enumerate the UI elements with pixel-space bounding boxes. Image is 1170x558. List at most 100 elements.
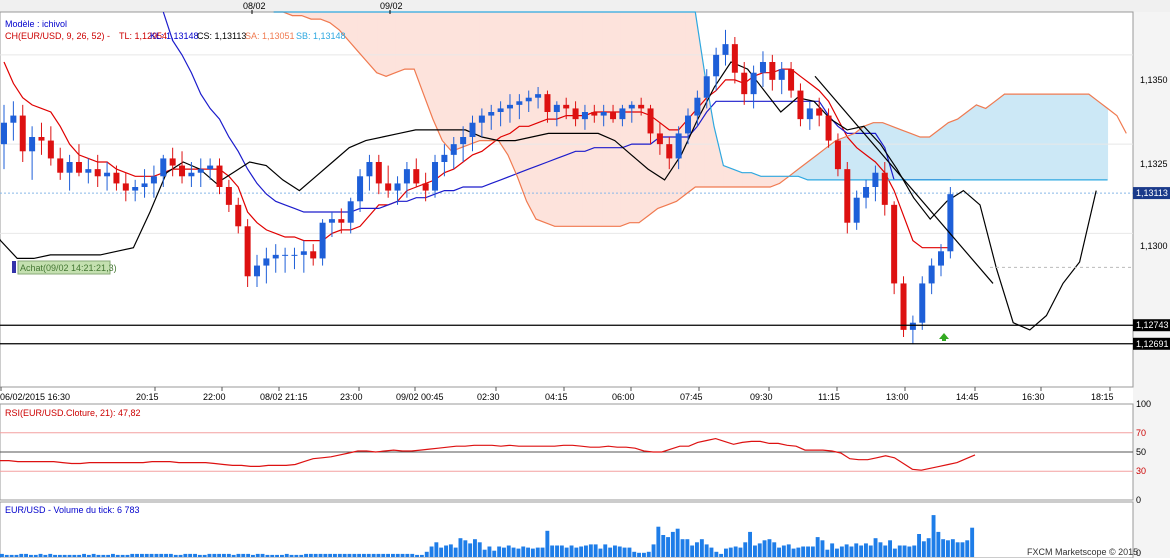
volume-bar [352, 553, 357, 557]
cloud-segment [900, 129, 912, 181]
volume-bar [395, 553, 400, 557]
volume-bar [762, 540, 767, 557]
volume-bar [371, 553, 376, 557]
volume-bar [4, 554, 9, 557]
volume-bar [246, 553, 251, 557]
volume-bar [844, 544, 849, 557]
volume-bar [337, 553, 342, 557]
candle-body [347, 201, 354, 223]
candle-body [244, 226, 251, 277]
cloud-segment [1022, 93, 1034, 181]
volume-bar [864, 543, 868, 557]
candle-body [75, 162, 82, 173]
cloud-segment [535, 11, 546, 224]
volume-bar [82, 553, 86, 557]
volume-bar [308, 553, 313, 557]
candle-body [310, 251, 317, 259]
current-price-label: 1,13113 [1136, 188, 1168, 198]
volume-bar [564, 547, 569, 557]
volume-bar [67, 554, 72, 557]
time-tick-label: 11:15 [818, 392, 840, 402]
rsi-tick: 70 [1136, 428, 1146, 438]
volume-bar [699, 539, 704, 557]
volume-bar [473, 539, 477, 557]
cloud-segment [638, 11, 649, 224]
cloud-segment [985, 100, 996, 181]
volume-bar [207, 553, 212, 557]
volume-bar [144, 553, 149, 557]
candle-body [235, 204, 242, 227]
cloud-segment [1078, 93, 1090, 181]
volume-bar [574, 547, 579, 557]
volume-bar [154, 553, 159, 557]
volume-bar [323, 553, 328, 557]
legend-cs: CS: 1,13113 [197, 31, 246, 41]
volume-bar [270, 554, 275, 557]
volume-bar [434, 542, 439, 557]
candle-body [797, 90, 804, 120]
cloud-segment [488, 11, 499, 142]
volume-bar [680, 539, 685, 557]
volume-bar [516, 548, 521, 557]
rsi-tick: 100 [1136, 399, 1151, 409]
candle-body [816, 108, 823, 116]
candle-body [66, 162, 73, 173]
volume-bar [91, 553, 96, 557]
cloud-segment [1003, 93, 1015, 181]
cloud-segment [854, 125, 865, 181]
volume-bar [724, 548, 728, 557]
volume-bar [675, 528, 680, 557]
cloud-segment [994, 93, 1005, 181]
volume-bar [48, 553, 53, 557]
volume-bar [651, 544, 656, 557]
candle-body [104, 172, 111, 177]
volume-bar [24, 553, 28, 557]
volume-bar [376, 553, 381, 557]
cloud-segment [676, 11, 687, 203]
candle-body [506, 104, 513, 109]
volume-bar [275, 554, 279, 557]
signal-marker [12, 261, 16, 273]
volume-bar [164, 553, 168, 557]
volume-bar [362, 553, 366, 557]
candle-body [113, 172, 120, 184]
legend-sa: SA: 1,13051 [245, 31, 295, 41]
volume-bar [415, 554, 419, 557]
volume-bar [936, 531, 941, 557]
candle-body [891, 204, 898, 284]
volume-bar [806, 546, 810, 557]
rsi-panel[interactable]: RSI(EUR/USD.Cloture, 21): 47,82 100 70 50 3… [0, 399, 1151, 505]
volume-bar [14, 554, 19, 557]
volume-bar [878, 542, 883, 557]
volume-bar [888, 540, 892, 557]
candle-body [769, 62, 776, 80]
candle-body [141, 183, 148, 187]
volume-bar [9, 554, 14, 557]
rsi-tick: 50 [1136, 447, 1146, 457]
volume-bar [656, 526, 661, 557]
cloud-segment [601, 11, 612, 227]
candle-body [713, 54, 720, 77]
time-tick-label: 13:00 [886, 392, 909, 402]
volume-bar [608, 547, 613, 557]
volume-bar [767, 539, 772, 557]
candle-body [863, 187, 870, 198]
volume-panel[interactable]: EUR/USD - Volume du tick: 6 783 0 FXCM M… [0, 501, 1141, 558]
candle-body [460, 137, 467, 145]
time-tick-label: 23:00 [340, 392, 363, 402]
cloud-segment [1032, 93, 1043, 181]
volume-bar [159, 553, 164, 557]
volume-bar [212, 553, 217, 557]
candle-body [563, 104, 570, 109]
volume-bar [347, 553, 352, 557]
cloud-segment [385, 11, 396, 78]
cloud-segment [666, 11, 678, 206]
volume-bar [193, 553, 197, 557]
candle-body [38, 137, 45, 141]
volume-bar [386, 553, 390, 557]
volume-bar [453, 547, 458, 557]
legend-ch: CH(EUR/USD, 9, 26, 52) - [5, 31, 110, 41]
volume-bar [704, 544, 709, 557]
candle-body [834, 140, 841, 170]
volume-bar [255, 553, 260, 557]
